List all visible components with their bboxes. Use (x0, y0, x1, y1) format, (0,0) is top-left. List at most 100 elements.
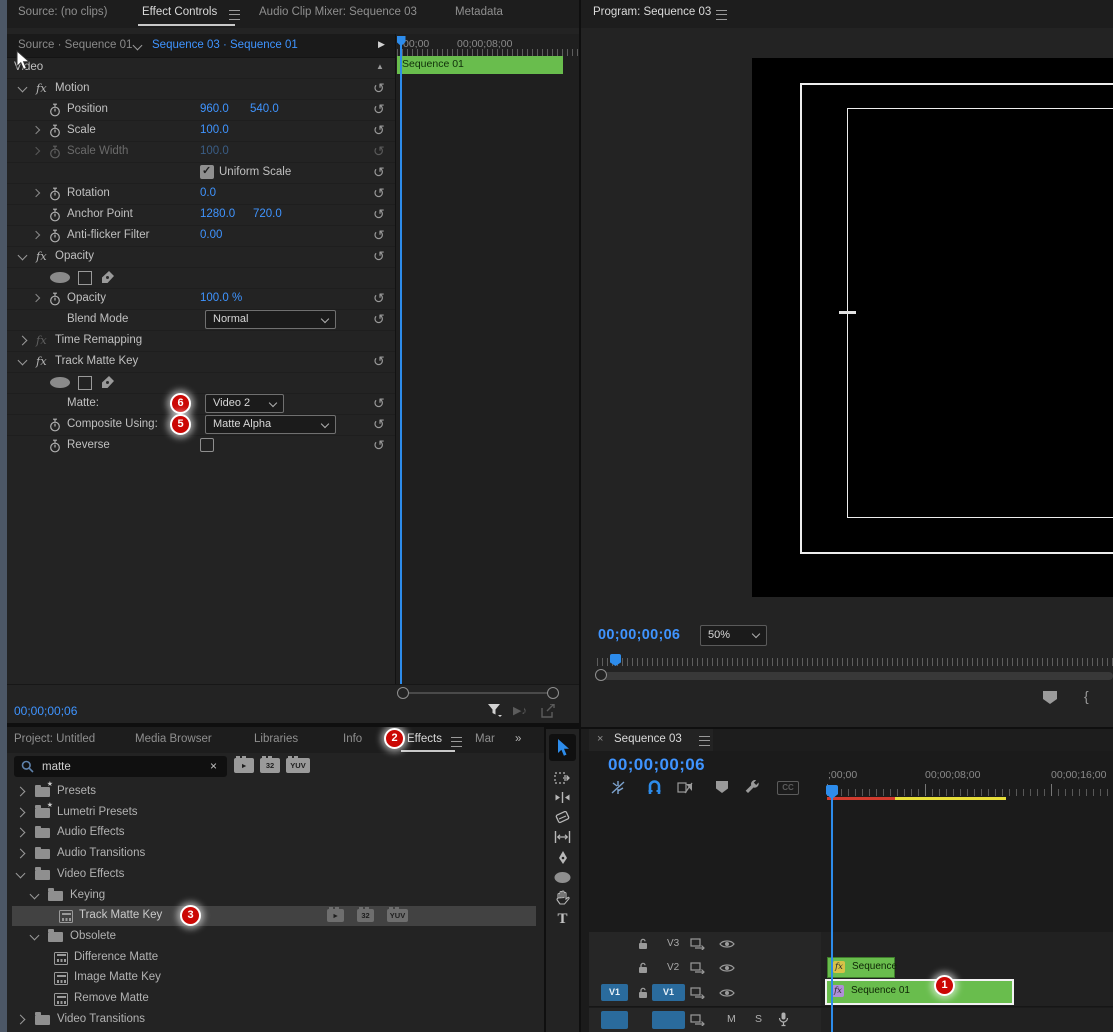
anti-flicker-row[interactable]: Anti-flicker Filter 0.00 ↺ (7, 225, 395, 247)
chevron-down-icon[interactable] (133, 41, 143, 51)
tree-item-track-matte-key[interactable]: Track Matte Key ▸ 32 YUV (12, 906, 536, 926)
reverse-checkbox[interactable] (200, 438, 214, 452)
stopwatch-icon[interactable] (49, 292, 61, 306)
chevron-down-icon[interactable] (30, 930, 40, 940)
collapse-section-icon[interactable]: ▲ (376, 62, 384, 71)
track-matte-key-group-row[interactable]: fx Track Matte Key ↺ (7, 351, 395, 373)
program-video-frame[interactable] (752, 58, 1113, 597)
chevron-right-icon[interactable] (32, 231, 40, 239)
clip-sequence01-selection[interactable]: fx Sequence 01 (825, 979, 1014, 1005)
chevron-right-icon[interactable] (32, 294, 40, 302)
yuv-effects-icon[interactable]: YUV (286, 758, 310, 773)
blend-mode-dropdown[interactable]: Normal (205, 310, 336, 329)
tab-audio-clip-mixer[interactable]: Audio Clip Mixer: Sequence 03 (259, 6, 417, 18)
selection-tool-button[interactable] (549, 734, 576, 761)
close-tab-icon[interactable]: × (597, 733, 603, 745)
time-remapping-row[interactable]: fx Time Remapping (7, 330, 395, 352)
timeline-playhead-line[interactable] (831, 795, 833, 1032)
ellipse-mask-icon[interactable] (50, 377, 70, 388)
sync-lock-icon[interactable] (690, 987, 705, 999)
reset-icon[interactable]: ↺ (373, 290, 385, 306)
tab-libraries[interactable]: Libraries (254, 733, 298, 745)
rect-mask-icon[interactable] (78, 271, 92, 285)
nest-icon[interactable] (610, 780, 626, 795)
filter-icon[interactable] (487, 704, 503, 718)
rotation-value[interactable]: 0.0 (200, 187, 216, 199)
razor-icon[interactable] (546, 811, 579, 829)
stopwatch-icon[interactable] (49, 208, 61, 222)
track-v3-label[interactable]: V3 (667, 938, 679, 949)
clip-sequence-v2[interactable]: fx Sequence (827, 957, 895, 978)
ec-timecode[interactable]: 00;00;00;06 (14, 704, 77, 718)
composite-using-row[interactable]: Composite Using: Matte Alpha ↺ (7, 414, 395, 436)
lock-icon[interactable] (638, 987, 648, 999)
uniform-scale-row[interactable]: Uniform Scale ↺ (7, 162, 395, 184)
tree-item-lumetri-presets[interactable]: Lumetri Presets (7, 803, 544, 823)
linked-selection-icon[interactable] (677, 780, 694, 795)
tab-media-browser[interactable]: Media Browser (135, 733, 212, 745)
eye-icon[interactable] (719, 939, 735, 949)
anchor-point-row[interactable]: Anchor Point 1280.0 720.0 ↺ (7, 204, 395, 226)
tree-item-image-matte-key[interactable]: Image Matte Key (7, 968, 544, 988)
timeline-settings-icon[interactable] (744, 779, 760, 795)
track-v3-content[interactable] (821, 932, 1113, 957)
tab-source[interactable]: Source: (no clips) (18, 6, 107, 18)
track-a1-content[interactable] (821, 1008, 1113, 1032)
reset-icon[interactable]: ↺ (373, 311, 385, 327)
solo-track-button[interactable]: S (755, 1013, 762, 1025)
track-target-v1[interactable]: V1 (652, 984, 685, 1001)
stopwatch-icon[interactable] (49, 124, 61, 138)
tree-item-remove-matte[interactable]: Remove Matte (7, 989, 544, 1009)
tree-item-obsolete[interactable]: Obsolete (7, 927, 544, 947)
opacity-row[interactable]: Opacity 100.0 % ↺ (7, 288, 395, 310)
clear-search-icon[interactable]: × (210, 759, 217, 773)
reset-icon[interactable]: ↺ (373, 185, 385, 201)
tab-effects[interactable]: Effects (407, 733, 442, 745)
panel-menu-icon[interactable] (229, 10, 240, 20)
program-scrollbar-track[interactable] (597, 672, 1113, 680)
matte-dropdown[interactable]: Video 2 (205, 394, 284, 413)
anchor-y-value[interactable]: 720.0 (253, 208, 282, 220)
stopwatch-icon[interactable] (49, 439, 61, 453)
eye-icon[interactable] (719, 988, 735, 998)
blend-mode-row[interactable]: Blend Mode Normal ↺ (7, 309, 395, 331)
export-frame-icon[interactable] (541, 704, 556, 718)
uniform-scale-checkbox[interactable] (200, 165, 214, 179)
pen-icon[interactable] (546, 850, 579, 868)
lock-icon[interactable] (638, 938, 648, 950)
rotation-row[interactable]: Rotation 0.0 ↺ (7, 183, 395, 205)
position-row[interactable]: Position 960.0 540.0 ↺ (7, 99, 395, 121)
scale-width-row[interactable]: Scale Width 100.0 ↺ (7, 141, 395, 163)
pen-mask-icon[interactable] (100, 270, 115, 285)
panel-menu-icon[interactable] (716, 10, 727, 20)
eye-icon[interactable] (719, 963, 735, 973)
sync-lock-icon[interactable] (690, 962, 705, 974)
play-indicator-icon[interactable]: ▶ (378, 39, 385, 50)
reset-icon[interactable]: ↺ (373, 248, 385, 264)
reset-icon[interactable]: ↺ (373, 122, 385, 138)
chevron-down-icon[interactable] (18, 251, 28, 261)
tab-info[interactable]: Info (343, 733, 362, 745)
reset-icon[interactable]: ↺ (373, 416, 385, 432)
fx-badge-icon[interactable]: fx (833, 961, 845, 973)
mic-icon[interactable] (778, 1012, 789, 1027)
search-box[interactable]: × (14, 756, 227, 777)
tree-item-video-transitions[interactable]: Video Transitions (7, 1010, 544, 1030)
zoom-handle-left[interactable] (397, 687, 409, 699)
chevron-down-icon[interactable] (16, 868, 26, 878)
slip-icon[interactable] (546, 830, 579, 848)
chevron-down-icon[interactable] (18, 356, 28, 366)
tab-metadata[interactable]: Metadata (455, 6, 503, 18)
lock-icon[interactable] (638, 962, 648, 974)
matte-row[interactable]: Matte: Video 2 ↺ (7, 393, 395, 415)
32-bit-color-icon[interactable]: 32 (260, 758, 280, 773)
tree-item-difference-matte[interactable]: Difference Matte (7, 948, 544, 968)
tree-item-presets[interactable]: Presets (7, 782, 544, 802)
snap-icon[interactable] (647, 780, 662, 795)
anchor-x-value[interactable]: 1280.0 (200, 208, 235, 220)
tab-effect-controls[interactable]: Effect Controls (142, 6, 217, 18)
tab-program[interactable]: Program: Sequence 03 (593, 6, 711, 18)
scale-row[interactable]: Scale 100.0 ↺ (7, 120, 395, 142)
chevron-right-icon[interactable] (32, 126, 40, 134)
sync-lock-icon[interactable] (690, 1014, 705, 1026)
